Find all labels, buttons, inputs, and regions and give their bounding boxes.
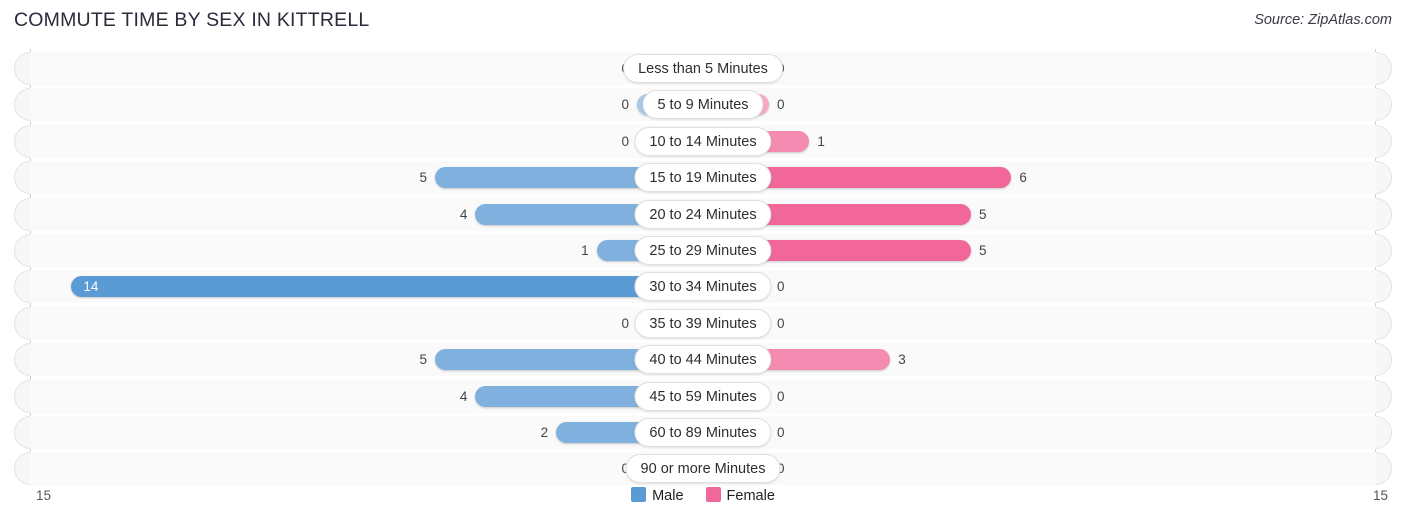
chart-row: 4 0 45 to 59 Minutes [0,379,1406,413]
page-title: COMMUTE TIME BY SEX IN KITTRELL [14,9,370,31]
value-label-male: 14 [83,279,99,295]
legend: Male Female [0,487,1406,504]
value-label-male: 0 [595,459,629,478]
category-label[interactable]: 90 or more Minutes [625,454,781,484]
bar-male[interactable] [71,276,703,298]
value-label-female: 5 [979,243,987,258]
legend-label-female: Female [726,488,775,504]
legend-item-female[interactable]: Female [705,487,775,504]
value-label-male: 0 [621,315,629,331]
chart-row: 4 5 20 to 24 Minutes [0,197,1406,231]
category-label[interactable]: 40 to 44 Minutes [634,345,772,375]
value-label-female: 0 [777,279,785,295]
plot-area: 00Less than 5 Minutes005 to 9 Minutes011… [0,49,1406,486]
value-label-male: 5 [419,352,427,368]
value-label-male: 0 [621,133,629,149]
value-label-female: 0 [777,388,785,404]
category-label[interactable]: 25 to 29 Minutes [634,236,772,265]
value-label-female: 1 [817,133,825,149]
chart-row: 0 1 10 to 14 Minutes [0,124,1406,158]
legend-label-male: Male [652,488,684,504]
value-label-male: 2 [540,425,549,440]
value-label-female: 0 [777,425,785,440]
chart-footer: 15 15 Male Female [0,485,1406,522]
chart-row: 5 6 15 to 19 Minutes [0,161,1406,195]
chart-row: 0 0 35 to 39 Minutes [0,306,1406,340]
chart-row: 5 3 40 to 44 Minutes [0,343,1406,377]
value-label-female: 0 [777,315,785,331]
category-label[interactable]: 5 to 9 Minutes [642,90,764,120]
legend-swatch-male-icon [631,487,647,502]
category-label[interactable]: 10 to 14 Minutes [634,126,772,156]
category-label[interactable]: 45 to 59 Minutes [634,381,772,411]
legend-swatch-female-icon [705,487,721,502]
value-label-male: 4 [459,388,468,404]
value-label-male: 5 [419,170,427,186]
category-label[interactable]: Less than 5 Minutes [623,54,783,83]
value-label-male: 0 [621,97,629,113]
legend-item-male[interactable]: Male [631,487,684,504]
commute-time-chart: COMMUTE TIME BY SEX IN KITTRELL Source: … [0,0,1406,522]
value-label-male: 4 [459,206,468,222]
value-label-female: 5 [979,206,987,222]
chart-row: 0 0 5 to 9 Minutes [0,88,1406,122]
value-label-male: 1 [581,243,589,258]
category-label[interactable]: 35 to 39 Minutes [634,308,772,338]
value-label-female: 3 [898,352,906,368]
chart-row: 2 0 60 to 89 Minutes [0,416,1406,449]
value-label-female: 6 [1019,170,1027,186]
category-label[interactable]: 30 to 34 Minutes [634,272,772,302]
category-label[interactable]: 60 to 89 Minutes [634,418,772,447]
chart-row: 1 5 25 to 29 Minutes [0,234,1406,267]
chart-row: 00Less than 5 Minutes [0,52,1406,85]
chart-row: 14 0 30 to 34 Minutes [0,270,1406,304]
category-label[interactable]: 15 to 19 Minutes [634,163,772,193]
chart-row: 0090 or more Minutes [0,452,1406,486]
source-attribution: Source: ZipAtlas.com [1254,12,1392,28]
value-label-female: 0 [777,97,785,113]
category-label[interactable]: 20 to 24 Minutes [634,199,772,229]
